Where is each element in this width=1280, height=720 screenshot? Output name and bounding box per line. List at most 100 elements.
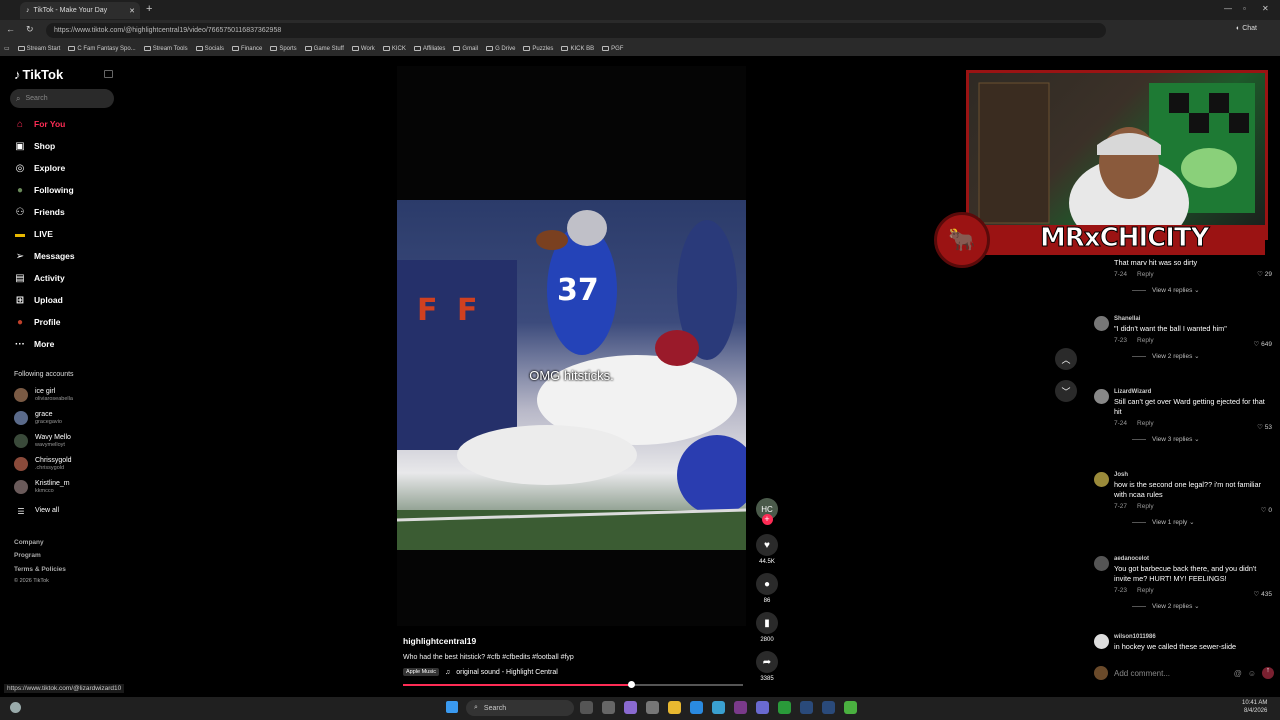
mention-icon[interactable]: @: [1234, 669, 1242, 678]
sidebar-item-following[interactable]: ● Following: [14, 182, 114, 198]
chat-app-icon[interactable]: [624, 701, 637, 714]
sidebar-item-explore[interactable]: ◎ Explore: [14, 160, 114, 176]
view-replies-button[interactable]: View 2 replies ⌄: [1132, 352, 1272, 360]
previous-video-button[interactable]: ︿: [1055, 348, 1077, 370]
bookmark-item[interactable]: Work: [351, 46, 375, 52]
commenter-avatar[interactable]: [1094, 634, 1109, 649]
bookmark-item[interactable]: Stream Start: [17, 46, 60, 52]
sidebar-item-live[interactable]: ▬ LIVE: [14, 226, 114, 242]
bookmark-item[interactable]: Finance: [231, 46, 262, 52]
comment-like-button[interactable]: ♡ 0: [1261, 506, 1272, 514]
bookmark-item[interactable]: Gmail: [453, 46, 478, 52]
settings-icon[interactable]: [646, 701, 659, 714]
sidebar-item-friends[interactable]: ⚇ Friends: [14, 204, 114, 220]
sidebar-item-messages[interactable]: ➢ Messages: [14, 248, 114, 264]
video-progress-bar[interactable]: [403, 684, 743, 686]
share-button[interactable]: ➦ 3385: [756, 651, 778, 682]
comment-like-button[interactable]: ♡ 649: [1254, 340, 1273, 348]
url-field[interactable]: https://www.tiktok.com/@highlightcentral…: [46, 23, 1106, 38]
task-view-icon[interactable]: [580, 701, 593, 714]
footer-program[interactable]: Program: [14, 552, 41, 559]
close-window-icon[interactable]: ✕: [1262, 4, 1269, 13]
following-account-item[interactable]: Chrissygold .chrissygold: [14, 455, 114, 473]
bookmark-manager-icon[interactable]: ▭: [4, 45, 10, 52]
footer-company[interactable]: Company: [14, 539, 44, 546]
obs-icon[interactable]: [734, 701, 747, 714]
reply-button[interactable]: Reply: [1137, 587, 1154, 594]
bookmark-item[interactable]: Game Stuff: [304, 46, 344, 52]
comment-username[interactable]: LizardWizard: [1114, 389, 1272, 395]
sidebar-item-profile[interactable]: ● Profile: [14, 314, 114, 330]
collapse-sidebar-icon[interactable]: [104, 70, 113, 78]
comment-username[interactable]: wilson1011986: [1114, 634, 1272, 640]
comment-button[interactable]: ● 86: [756, 573, 778, 604]
add-comment-input[interactable]: Add comment...: [1114, 669, 1228, 678]
bookmark-item[interactable]: KICK BB: [561, 46, 594, 52]
comment-like-button[interactable]: ♡ 29: [1257, 270, 1272, 278]
view-replies-button[interactable]: View 1 reply ⌄: [1132, 518, 1272, 526]
steam-icon[interactable]: [800, 701, 813, 714]
view-replies-button[interactable]: View 3 replies ⌄: [1132, 435, 1272, 443]
emoji-icon[interactable]: ☺: [1248, 669, 1256, 678]
following-account-item[interactable]: Wavy Mello wavymelloyt: [14, 432, 114, 450]
creator-avatar[interactable]: HC +: [756, 498, 778, 525]
new-tab-button[interactable]: +: [146, 3, 152, 15]
search-input[interactable]: ⌕ Search: [10, 89, 114, 108]
next-video-button[interactable]: ﹀: [1055, 380, 1077, 402]
xbox-icon[interactable]: [778, 701, 791, 714]
following-account-item[interactable]: grace gracegavio: [14, 409, 114, 427]
following-account-item[interactable]: Kristline_m kkmcco: [14, 478, 114, 496]
tab-close-icon[interactable]: ✕: [129, 7, 135, 15]
video-progress-knob[interactable]: [627, 681, 635, 688]
sidebar-item-upload[interactable]: ⊞ Upload: [14, 292, 114, 308]
commenter-avatar[interactable]: [1094, 389, 1109, 404]
view-replies-button[interactable]: View 2 replies ⌄: [1132, 602, 1272, 610]
bookmark-item[interactable]: Affiliates: [413, 46, 445, 52]
view-all-link[interactable]: ☰ View all: [14, 502, 114, 520]
minimize-icon[interactable]: —: [1224, 4, 1232, 13]
following-account-item[interactable]: ice girl oliviaroseabella: [14, 386, 114, 404]
comment-username[interactable]: aedanocelot: [1114, 556, 1272, 562]
refresh-icon[interactable]: ↻: [26, 24, 34, 35]
chat-button[interactable]: ◐ Chat: [1236, 25, 1257, 32]
bookmark-item[interactable]: Stream Tools: [143, 46, 188, 52]
reply-button[interactable]: Reply: [1137, 271, 1154, 278]
comment-username[interactable]: Josh: [1114, 472, 1272, 478]
widgets-icon[interactable]: [10, 702, 21, 713]
steam-alt-icon[interactable]: [822, 701, 835, 714]
explorer-icon[interactable]: [602, 701, 615, 714]
start-icon[interactable]: [446, 701, 458, 713]
bookmark-item[interactable]: PGF: [602, 46, 623, 52]
reply-button[interactable]: Reply: [1137, 337, 1154, 344]
sidebar-item-activity[interactable]: ▤ Activity: [14, 270, 114, 286]
maximize-icon[interactable]: ▫: [1243, 4, 1246, 13]
follow-plus-icon[interactable]: +: [761, 514, 773, 525]
comment-like-button[interactable]: ♡ 435: [1254, 590, 1273, 598]
taskbar-clock[interactable]: 10:41 AM 8/4/2026: [1242, 699, 1267, 715]
bookmark-item[interactable]: KICK: [382, 46, 406, 52]
footer-terms[interactable]: Terms & Policies: [14, 566, 66, 573]
video-music-row[interactable]: Apple Music ♫ original sound - Highlight…: [403, 668, 558, 676]
gamebar-icon[interactable]: [844, 701, 857, 714]
like-button[interactable]: ♥ 44.5K: [756, 534, 778, 565]
edge-dev-icon[interactable]: [712, 701, 725, 714]
view-replies-button[interactable]: View 4 replies ⌄: [1132, 286, 1272, 294]
apps-icon[interactable]: [756, 701, 769, 714]
reply-button[interactable]: Reply: [1137, 420, 1154, 427]
bookmark-item[interactable]: C Fam Fantasy Spo...: [68, 46, 136, 52]
reply-button[interactable]: Reply: [1137, 503, 1154, 510]
tiktok-logo[interactable]: ♪ TikTok: [14, 67, 63, 82]
comment-like-button[interactable]: ♡ 53: [1257, 423, 1272, 431]
sidebar-item-for-you[interactable]: ⌂ For You: [14, 116, 114, 132]
taskbar-search[interactable]: ⌕ Search: [466, 700, 574, 716]
bookmark-item[interactable]: Puzzles: [523, 46, 553, 52]
bookmark-item[interactable]: Socials: [195, 46, 224, 52]
back-icon[interactable]: ←: [6, 24, 15, 34]
commenter-avatar[interactable]: [1094, 316, 1109, 331]
video-author[interactable]: highlightcentral19: [403, 636, 476, 646]
save-button[interactable]: ▮ 2800: [756, 612, 778, 643]
sidebar-item-shop[interactable]: ▣ Shop: [14, 138, 114, 154]
browser-tab[interactable]: ♪ TikTok - Make Your Day ✕: [20, 2, 140, 19]
post-comment-icon[interactable]: ↑: [1262, 667, 1274, 679]
sidebar-item-more[interactable]: ··· More: [14, 336, 114, 352]
